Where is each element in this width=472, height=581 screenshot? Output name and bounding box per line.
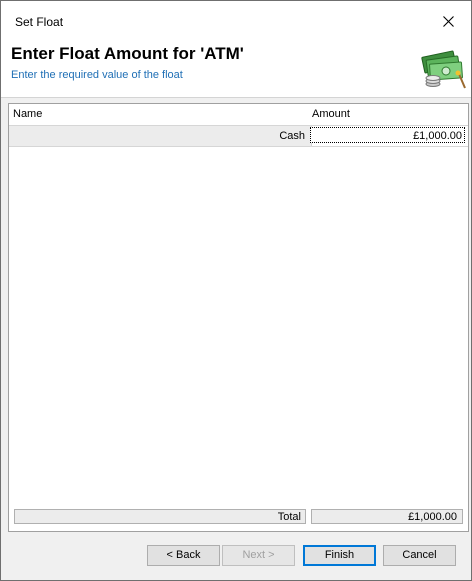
row-name-cell: Cash [9, 126, 312, 146]
close-icon [442, 15, 454, 27]
amount-input[interactable]: £1,000.00 [310, 127, 465, 143]
total-value: £1,000.00 [311, 509, 463, 524]
table-row: Cash £1,000.00 [9, 126, 468, 147]
finish-button[interactable]: Finish [303, 545, 376, 566]
page-title: Enter Float Amount for 'ATM' [11, 44, 244, 63]
close-button[interactable] [425, 1, 471, 41]
page-subtitle: Enter the required value of the float [11, 69, 183, 81]
column-header-name[interactable]: Name [9, 104, 312, 126]
money-stack-icon [421, 50, 466, 89]
cancel-button[interactable]: Cancel [383, 545, 456, 566]
set-float-dialog: Set Float Enter Float Amount for 'ATM' E… [0, 0, 472, 581]
window-title: Set Float [15, 15, 64, 29]
wizard-header: Enter Float Amount for 'ATM' Enter the r… [1, 41, 471, 98]
column-header-amount[interactable]: Amount [308, 104, 468, 126]
next-button[interactable]: Next > [222, 545, 295, 566]
float-grid: Name Amount Cash £1,000.00 Total £1,000.… [8, 103, 469, 532]
back-button[interactable]: < Back [147, 545, 220, 566]
total-label: Total [14, 509, 306, 524]
title-bar: Set Float [1, 1, 471, 41]
